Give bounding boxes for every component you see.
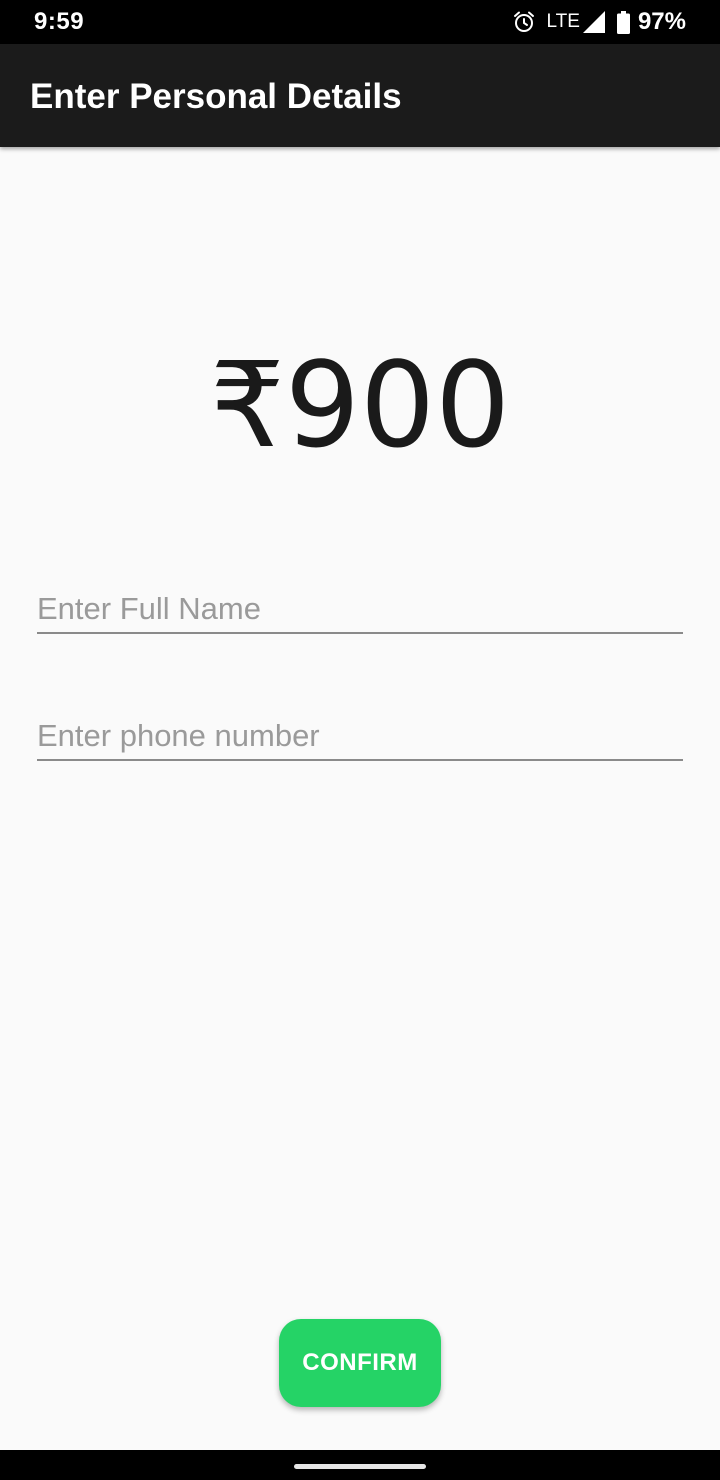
navigation-bar bbox=[0, 1450, 720, 1480]
network-type-label: LTE bbox=[546, 11, 580, 32]
alarm-icon bbox=[513, 11, 534, 32]
battery-icon bbox=[616, 10, 630, 34]
amount-display: ₹900 bbox=[209, 336, 511, 474]
status-bar: 9:59 LTE 97% bbox=[0, 0, 720, 44]
full-name-input[interactable] bbox=[37, 586, 683, 634]
confirm-button[interactable]: CONFIRM bbox=[279, 1319, 441, 1407]
status-icons: LTE 97% bbox=[512, 7, 686, 37]
app-bar: Enter Personal Details bbox=[0, 44, 720, 147]
status-time: 9:59 bbox=[34, 8, 85, 35]
battery-percentage: 97% bbox=[637, 8, 686, 35]
page-title: Enter Personal Details bbox=[30, 77, 402, 116]
home-gesture-handle[interactable] bbox=[294, 1464, 426, 1469]
signal-icon bbox=[582, 11, 605, 33]
phone-number-input[interactable] bbox=[37, 713, 683, 761]
